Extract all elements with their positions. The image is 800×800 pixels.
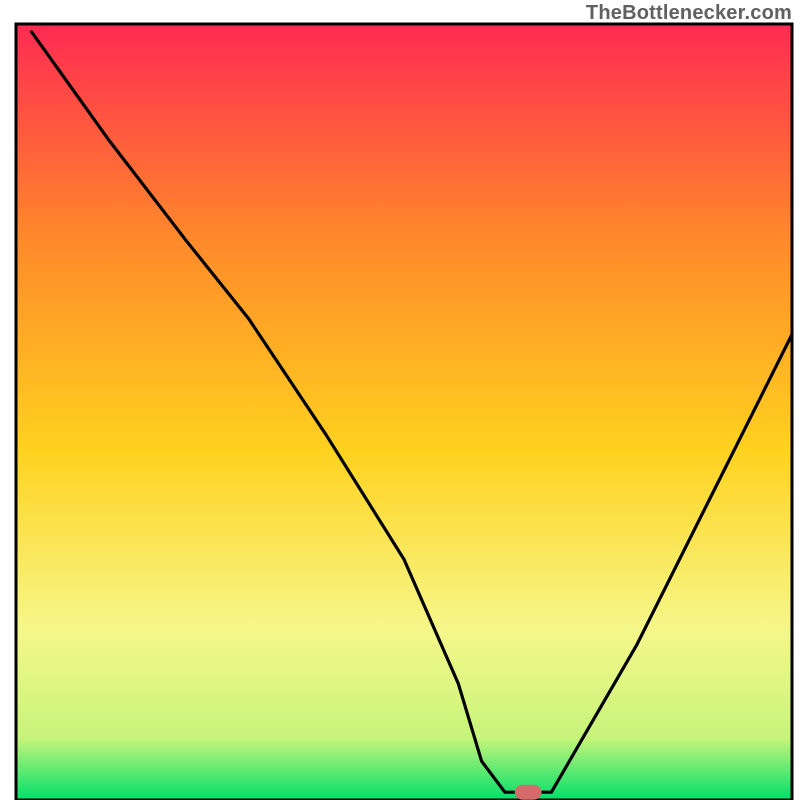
bottleneck-chart: TheBottlenecker.com [0,0,800,800]
plot-background [16,24,792,800]
chart-canvas [0,0,800,800]
optimal-marker [515,785,541,799]
watermark-text: TheBottlenecker.com [586,2,792,25]
